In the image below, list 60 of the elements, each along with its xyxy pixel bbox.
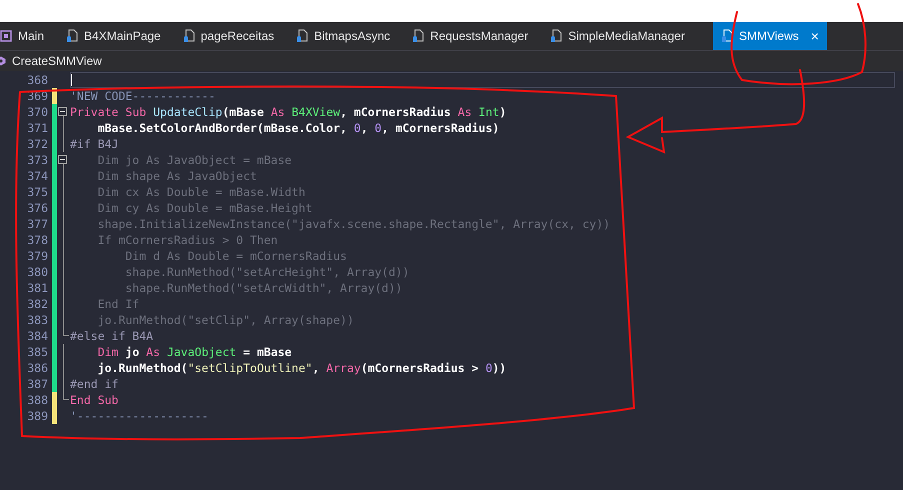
code-line: Dim jo As JavaObject = mBase	[96, 344, 293, 360]
code-line: 'NEW CODE------------	[70, 88, 216, 104]
module-icon	[0, 30, 12, 42]
editor-tab[interactable]: BitmapsAsync	[288, 22, 404, 50]
code-line: Dim cy As Double = mBase.Height	[96, 200, 314, 216]
document-icon	[720, 29, 733, 43]
document-icon	[66, 29, 78, 43]
line-number: 388	[26, 392, 48, 408]
line-number: 386	[26, 360, 48, 376]
code-line: Dim jo As JavaObject = mBase	[96, 152, 293, 168]
line-number: 382	[26, 296, 48, 312]
code-line: Dim cx As Double = mBase.Width	[96, 184, 306, 200]
code-line: #end if	[70, 376, 120, 392]
line-number: 389	[26, 408, 48, 424]
document-icon	[182, 29, 195, 43]
code-line: Dim d As Double = mCornersRadius	[124, 248, 348, 264]
line-number: 368	[26, 72, 48, 88]
line-number: 375	[26, 184, 48, 200]
code-line: If mCornersRadius > 0 Then	[96, 232, 279, 248]
line-number: 373	[26, 152, 48, 168]
document-icon	[550, 29, 562, 43]
editor-tab[interactable]: pageReceitas	[174, 22, 288, 50]
line-number: 381	[26, 280, 48, 296]
code-line: #else if B4A	[70, 328, 154, 344]
line-number: 378	[26, 232, 48, 248]
editor-tab[interactable]: Main	[0, 22, 58, 50]
member-dropdown[interactable]: CreateSMMView	[12, 54, 102, 68]
editor-tab[interactable]: RequestsManager	[404, 22, 542, 50]
code-line: End If	[96, 296, 140, 312]
line-number: 379	[26, 248, 48, 264]
line-number: 385	[26, 344, 48, 360]
code-line: jo.RunMethod("setClip", Array(shape))	[96, 312, 355, 328]
line-number: 383	[26, 312, 48, 328]
close-icon[interactable]: ×	[810, 28, 819, 44]
code-line: #if B4J	[70, 136, 120, 152]
document-icon	[296, 29, 308, 43]
code-line: shape.RunMethod("setArcHeight", Array(d))	[124, 264, 410, 280]
collapse-icon[interactable]	[58, 155, 67, 164]
editor-tab[interactable]: SMMViews ×	[712, 22, 827, 50]
editor-tab[interactable]: SimpleMediaManager	[542, 22, 699, 50]
line-number: 387	[26, 376, 48, 392]
line-number: 377	[26, 216, 48, 232]
code-line: Dim shape As JavaObject	[96, 168, 258, 184]
code-line: Private Sub UpdateClip(mBase As B4XView, mCornersRadius As Int)	[70, 104, 508, 120]
code-line: shape.RunMethod("setArcWidth", Array(d))	[124, 280, 404, 296]
line-number: 371	[26, 120, 48, 136]
collapse-icon[interactable]	[58, 107, 67, 116]
line-number: 370	[26, 104, 48, 120]
line-number: 376	[26, 200, 48, 216]
editor-tab[interactable]: B4XMainPage	[58, 22, 175, 50]
code-line: shape.InitializeNewInstance("javafx.scene.shape.Rectangle", Array(cx, cy))	[96, 216, 612, 232]
line-number: 384	[26, 328, 48, 344]
line-number: 380	[26, 264, 48, 280]
line-number: 374	[26, 168, 48, 184]
code-line: '-------------------	[70, 408, 210, 424]
code-line: End Sub	[70, 392, 120, 408]
line-number: 372	[26, 136, 48, 152]
code-line: mBase.SetColorAndBorder(mBase.Color, 0, 0, mCornersRadius)	[96, 120, 500, 136]
document-icon	[412, 29, 424, 43]
code-line: jo.RunMethod("setClipToOutline", Array(mCornersRadius > 0))	[96, 360, 508, 376]
